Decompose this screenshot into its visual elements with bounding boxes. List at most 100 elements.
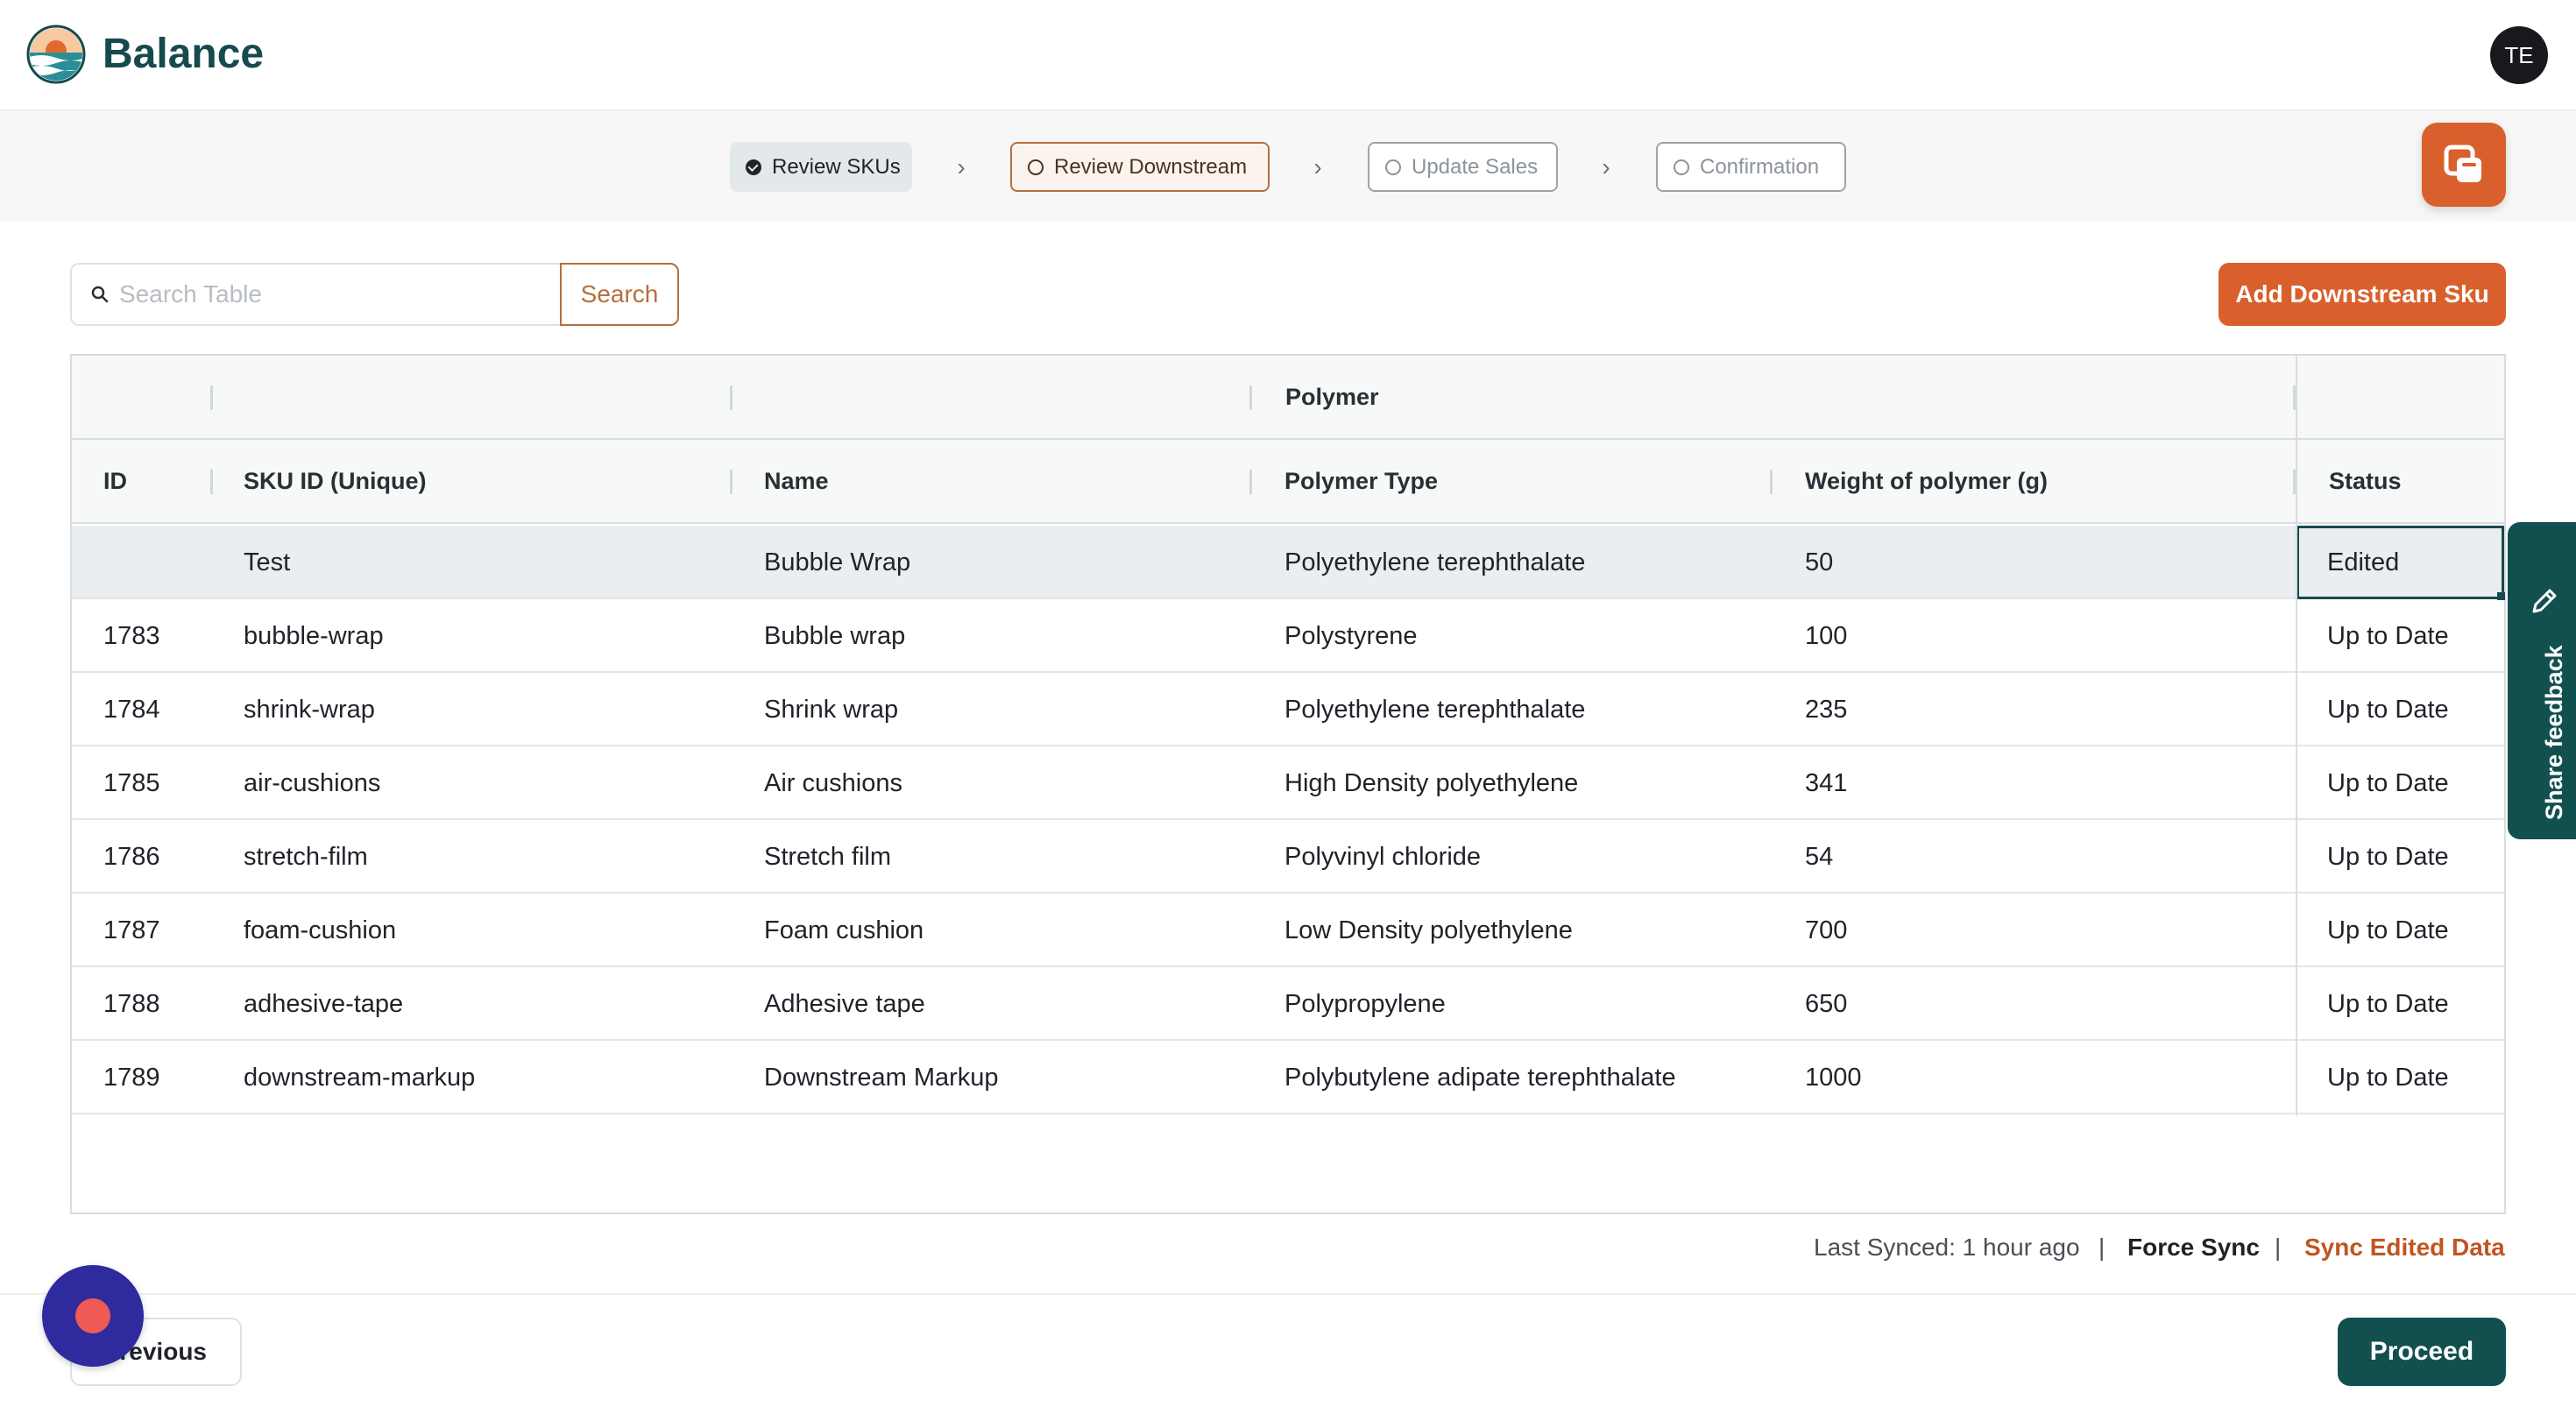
downstream-sku-table: Polymer ID SKU ID (Unique) Name Polymer … bbox=[70, 354, 2506, 1214]
cell-status[interactable]: Up to Date bbox=[2327, 696, 2449, 725]
column-resizer[interactable] bbox=[210, 470, 213, 494]
cell-id[interactable]: 1784 bbox=[103, 696, 160, 725]
cell-weight[interactable]: 700 bbox=[1805, 916, 1847, 945]
cell-name[interactable]: Downstream Markup bbox=[764, 1064, 999, 1092]
cell-weight[interactable]: 650 bbox=[1805, 990, 1847, 1019]
cell-status[interactable]: Up to Date bbox=[2327, 990, 2449, 1019]
step-confirmation[interactable]: Confirmation bbox=[1656, 142, 1846, 192]
status-column-divider bbox=[2296, 356, 2297, 1116]
column-header-weight[interactable]: Weight of polymer (g) bbox=[1805, 468, 2048, 495]
column-header-polymer-type[interactable]: Polymer Type bbox=[1284, 468, 1438, 495]
table-row[interactable]: 1786 stretch-film Stretch film Polyvinyl ch… bbox=[72, 820, 2504, 894]
column-resizer[interactable] bbox=[210, 385, 213, 410]
table-header-row: ID SKU ID (Unique) Name Polymer Type Wei… bbox=[72, 440, 2504, 524]
cell-id[interactable]: 1787 bbox=[103, 916, 160, 945]
user-avatar[interactable]: TE bbox=[2490, 26, 2548, 84]
cell-sku-id[interactable]: air-cushions bbox=[244, 769, 380, 798]
cell-polymer-type[interactable]: Polybutylene adipate terephthalate bbox=[1284, 1064, 1676, 1092]
cell-status[interactable]: Up to Date bbox=[2327, 843, 2449, 872]
table-row[interactable]: 1789 downstream-markup Downstream Markup Po… bbox=[72, 1041, 2504, 1114]
chat-icon bbox=[2444, 145, 2481, 182]
column-resizer[interactable] bbox=[1249, 385, 1252, 410]
cell-id[interactable]: 1785 bbox=[103, 769, 160, 798]
cell-status[interactable]: Up to Date bbox=[2327, 622, 2449, 651]
column-header-sku-id[interactable]: SKU ID (Unique) bbox=[244, 468, 427, 495]
force-sync-link[interactable]: Force Sync bbox=[2127, 1234, 2260, 1262]
last-synced-text: Last Synced: 1 hour ago bbox=[1814, 1234, 2080, 1261]
divider-text: | bbox=[2098, 1234, 2105, 1261]
add-downstream-sku-button[interactable]: Add Downstream Sku bbox=[2219, 263, 2506, 326]
proceed-button[interactable]: Proceed bbox=[2338, 1318, 2506, 1386]
search-icon bbox=[91, 286, 109, 303]
column-header-name[interactable]: Name bbox=[764, 468, 829, 495]
column-header-status[interactable]: Status bbox=[2329, 468, 2402, 495]
cell-name[interactable]: Stretch film bbox=[764, 843, 891, 872]
step-update-sales[interactable]: Update Sales bbox=[1368, 142, 1558, 192]
table-row[interactable]: 1784 shrink-wrap Shrink wrap Polyethylene t… bbox=[72, 673, 2504, 746]
cell-polymer-type[interactable]: Polyethylene terephthalate bbox=[1284, 548, 1585, 577]
cell-sku-id[interactable]: stretch-film bbox=[244, 843, 368, 872]
cell-name[interactable]: Bubble Wrap bbox=[764, 548, 910, 577]
table-row[interactable]: 1783 bubble-wrap Bubble wrap Polystyrene 100… bbox=[72, 599, 2504, 673]
cell-sku-id[interactable]: bubble-wrap bbox=[244, 622, 384, 651]
table-row[interactable]: 1785 air-cushions Air cushions High Density… bbox=[72, 746, 2504, 820]
step-review-skus[interactable]: Review SKUs bbox=[730, 142, 912, 192]
footer-divider bbox=[0, 1293, 2576, 1295]
cell-weight[interactable]: 100 bbox=[1805, 622, 1847, 651]
sync-edited-data-link[interactable]: Sync Edited Data bbox=[2304, 1234, 2505, 1262]
cell-id[interactable]: 1786 bbox=[103, 843, 160, 872]
search-box bbox=[70, 263, 561, 326]
column-resizer[interactable] bbox=[1770, 470, 1773, 494]
record-icon bbox=[75, 1298, 110, 1333]
cell-id[interactable]: 1789 bbox=[103, 1064, 160, 1092]
chevron-right-icon: › bbox=[1602, 153, 1610, 180]
cell-weight[interactable]: 341 bbox=[1805, 769, 1847, 798]
cell-name[interactable]: Air cushions bbox=[764, 769, 902, 798]
cell-polymer-type[interactable]: Polypropylene bbox=[1284, 990, 1446, 1019]
cell-sku-id[interactable]: foam-cushion bbox=[244, 916, 396, 945]
cell-sku-id[interactable]: downstream-markup bbox=[244, 1064, 475, 1092]
cell-weight[interactable]: 54 bbox=[1805, 843, 1833, 872]
column-resizer[interactable] bbox=[730, 470, 732, 494]
divider-text: | bbox=[2275, 1234, 2282, 1261]
cell-id[interactable]: 1788 bbox=[103, 990, 160, 1019]
cell-weight[interactable]: 235 bbox=[1805, 696, 1847, 725]
cell-id[interactable]: 1783 bbox=[103, 622, 160, 651]
cell-sku-id[interactable]: shrink-wrap bbox=[244, 696, 375, 725]
cell-name[interactable]: Shrink wrap bbox=[764, 696, 898, 725]
column-resizer[interactable] bbox=[1249, 470, 1252, 494]
cell-name[interactable]: Foam cushion bbox=[764, 916, 924, 945]
cell-polymer-type[interactable]: Polyvinyl chloride bbox=[1284, 843, 1481, 872]
chevron-right-icon: › bbox=[957, 153, 966, 180]
cell-weight[interactable]: 50 bbox=[1805, 548, 1833, 577]
search-input[interactable] bbox=[119, 275, 548, 314]
cell-polymer-type[interactable]: High Density polyethylene bbox=[1284, 769, 1578, 798]
chat-assistant-button[interactable] bbox=[2422, 123, 2506, 207]
cell-polymer-type[interactable]: Polystyrene bbox=[1284, 622, 1418, 651]
cell-sku-id[interactable]: Test bbox=[244, 548, 290, 577]
cell-status[interactable]: Up to Date bbox=[2327, 769, 2449, 798]
cell-polymer-type[interactable]: Low Density polyethylene bbox=[1284, 916, 1573, 945]
cell-weight[interactable]: 1000 bbox=[1805, 1064, 1862, 1092]
column-header-id[interactable]: ID bbox=[103, 468, 127, 495]
step-review-downstream[interactable]: Review Downstream bbox=[1010, 142, 1270, 192]
step-label: Review SKUs bbox=[772, 154, 901, 179]
table-row[interactable]: 1787 foam-cushion Foam cushion Low Density … bbox=[72, 894, 2504, 967]
cell-status[interactable]: Edited bbox=[2327, 548, 2399, 577]
column-resizer[interactable] bbox=[730, 385, 732, 410]
search-button[interactable]: Search bbox=[560, 263, 679, 326]
cell-sku-id[interactable]: adhesive-tape bbox=[244, 990, 403, 1019]
cell-polymer-type[interactable]: Polyethylene terephthalate bbox=[1284, 696, 1585, 725]
cell-name[interactable]: Adhesive tape bbox=[764, 990, 925, 1019]
circle-icon bbox=[1674, 159, 1689, 175]
balance-logo-icon[interactable] bbox=[26, 25, 86, 84]
share-feedback-tab[interactable]: Share feedback bbox=[2508, 522, 2576, 839]
screen-recorder-button[interactable] bbox=[42, 1265, 144, 1367]
table-row[interactable]: 1788 adhesive-tape Adhesive tape Polypropyl… bbox=[72, 967, 2504, 1041]
cell-name[interactable]: Bubble wrap bbox=[764, 622, 905, 651]
table-row[interactable]: Test Bubble Wrap Polyethylene terephthalat… bbox=[72, 526, 2505, 600]
app-header: Balance TE bbox=[0, 0, 2576, 111]
cell-status[interactable]: Up to Date bbox=[2327, 916, 2449, 945]
cell-status[interactable]: Up to Date bbox=[2327, 1064, 2449, 1092]
group-header-polymer: Polymer bbox=[1285, 384, 1379, 410]
